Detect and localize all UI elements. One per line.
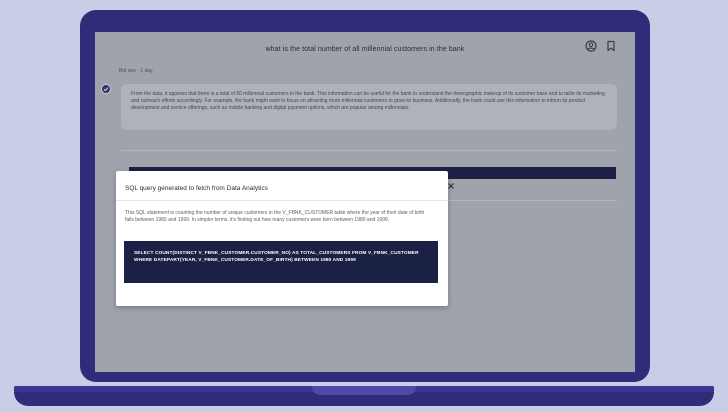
bookmark-icon[interactable] [605,39,617,52]
close-icon[interactable] [444,179,458,193]
chat-question: what is the total number of all millenni… [265,46,465,53]
account-circle-icon[interactable] [585,39,597,52]
app-screen: what is the total number of all millenni… [95,32,635,372]
bot-avatar-icon [101,84,111,94]
modal-title: SQL query generated to fetch from Data A… [125,185,268,192]
sql-code-block: SELECT COUNT(DISTINCT V_FBNK_CUSTOMER.CU… [124,241,438,283]
message-meta: Bot ans · 1 day [119,68,153,74]
modal-divider [116,200,448,201]
sql-query-modal: SQL query generated to fetch from Data A… [116,171,454,306]
modal-description: This SQL statement is counting the numbe… [125,210,425,223]
divider [121,150,617,151]
laptop-notch [312,386,416,395]
bot-answer-bubble: From the data, it appears that there is … [121,84,617,130]
